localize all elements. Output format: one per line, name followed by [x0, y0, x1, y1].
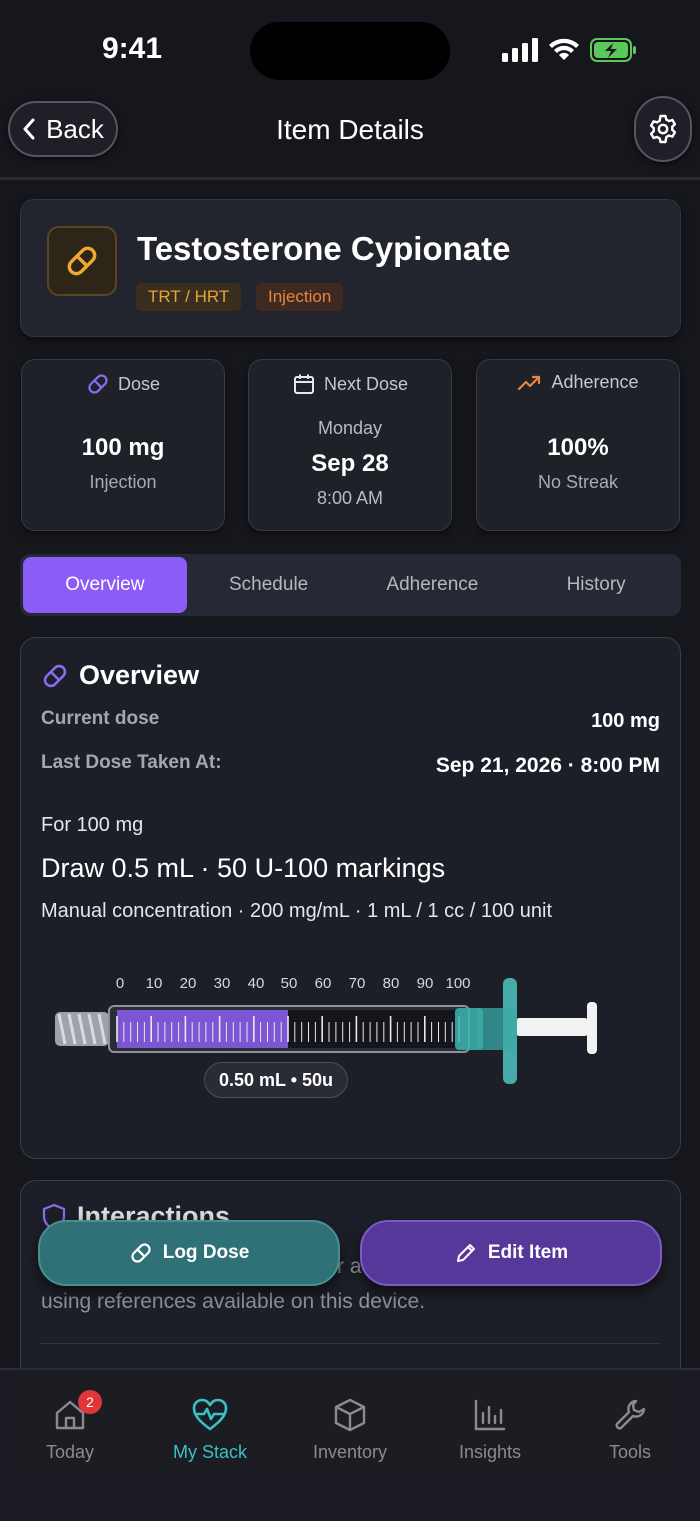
divider — [41, 1343, 660, 1344]
tab-bar-item-my-stack[interactable]: My Stack — [140, 1394, 280, 1463]
syringe-barrel-end — [477, 1008, 517, 1050]
interactions-text-fragment: r a — [337, 1255, 362, 1278]
wrench-icon — [615, 1399, 646, 1430]
dose-stat-label: Dose — [117, 373, 161, 394]
overview-heading: Overview — [41, 660, 199, 691]
status-time: 9:41 — [102, 32, 163, 65]
calendar-icon — [293, 374, 314, 394]
current-dose-value: 100 mg — [591, 710, 660, 732]
last-dose-label: Last Dose Taken At: — [41, 752, 222, 773]
syringe-thumb-rest — [587, 1002, 597, 1054]
category-tag: TRT / HRT — [136, 283, 242, 311]
heart-pulse-icon — [192, 1398, 228, 1431]
next-dose-time: 8:00 AM — [316, 488, 384, 508]
next-dose-date: Sep 28 — [311, 450, 389, 477]
cellular-signal-icon — [502, 38, 538, 62]
pencil-icon — [456, 1244, 475, 1262]
tab-bar-label: My Stack — [172, 1442, 247, 1462]
tab-bar-label: Tools — [608, 1442, 652, 1462]
syringe-plunger-rod — [517, 1018, 587, 1036]
status-icons — [502, 38, 638, 62]
tab-bar-label: Insights — [458, 1442, 522, 1462]
battery-charging-icon — [590, 38, 636, 62]
draw-instruction: Draw 0.5 mL · 50 U-100 markings — [41, 853, 446, 883]
status-bar: 9:41 — [0, 0, 700, 100]
box-icon — [334, 1398, 366, 1432]
edit-item-label: Edit Item — [487, 1242, 569, 1263]
tab-bar-item-inventory[interactable]: Inventory — [280, 1394, 420, 1463]
notification-badge: 2 — [78, 1390, 102, 1414]
log-dose-label: Log Dose — [162, 1242, 250, 1263]
next-dose-day: Monday — [317, 418, 383, 438]
route-tag: Injection — [256, 283, 344, 311]
interactions-text: using references available on this devic… — [41, 1290, 426, 1313]
dose-volume-pill: 0.50 mL • 50u — [204, 1062, 349, 1098]
syringe-fill — [117, 1010, 288, 1048]
tab-bar-item-insights[interactable]: Insights — [420, 1394, 560, 1463]
tab-bar-item-today[interactable]: 2 Today — [0, 1390, 140, 1463]
item-name: Testosterone Cypionate — [137, 230, 511, 267]
tab-bar-label: Today — [45, 1442, 95, 1462]
dose-stat-card: Dose 100 mg Injection — [21, 359, 225, 531]
last-dose-value: Sep 21, 2026 · 8:00 PM — [435, 754, 660, 777]
bar-chart-icon — [474, 1399, 506, 1431]
tab-bar-item-tools[interactable]: Tools — [560, 1394, 700, 1463]
tab-schedule[interactable]: Schedule — [187, 557, 351, 613]
pill-icon — [43, 664, 67, 687]
gear-icon — [649, 114, 677, 144]
syringe-empty-region — [288, 1010, 459, 1048]
pill-icon — [88, 374, 108, 394]
current-dose-label: Current dose — [41, 708, 160, 729]
dose-for-line: For 100 mg — [41, 814, 144, 836]
next-dose-stat-card: Next Dose Monday Sep 28 8:00 AM — [248, 359, 452, 531]
current-dose-row: Current dose 100 mg — [41, 708, 660, 733]
adherence-stat-sub: No Streak — [537, 472, 619, 492]
tab-bar-label: Inventory — [312, 1442, 388, 1462]
edit-item-button[interactable]: Edit Item — [360, 1220, 662, 1286]
detail-tabs: Overview Schedule Adherence History — [20, 554, 681, 616]
adherence-stat-value: 100% — [547, 434, 609, 461]
last-dose-row: Last Dose Taken At: Sep 21, 2026 · 8:00 … — [41, 752, 660, 778]
overview-card: Overview Current dose 100 mg Last Dose T… — [20, 637, 681, 1159]
nav-header: Back Item Details — [0, 96, 700, 180]
trending-up-icon — [518, 375, 541, 390]
tab-overview[interactable]: Overview — [23, 557, 187, 613]
adherence-stat-label: Adherence — [551, 372, 639, 392]
dose-stat-sub: Injection — [89, 472, 157, 492]
wifi-icon — [549, 38, 579, 60]
pill-icon — [47, 226, 117, 296]
dose-stat-value: 100 mg — [81, 434, 165, 461]
item-summary-card: Testosterone Cypionate TRT / HRT Injecti… — [20, 199, 681, 337]
page-title: Item Details — [276, 114, 424, 145]
log-dose-button[interactable]: Log Dose — [38, 1220, 340, 1286]
overview-title: Overview — [79, 660, 200, 690]
tab-adherence[interactable]: Adherence — [351, 557, 515, 613]
concentration-line: Manual concentration · 200 mg/mL · 1 mL … — [41, 900, 552, 922]
adherence-stat-card: Adherence 100% No Streak — [476, 359, 680, 531]
syringe-hub — [55, 1012, 109, 1046]
tab-history[interactable]: History — [514, 557, 678, 613]
bottom-tab-bar: 2 Today My Stack Inventory Insights Tool… — [0, 1368, 700, 1521]
pill-icon — [131, 1243, 151, 1263]
next-dose-stat-label: Next Dose — [323, 373, 409, 394]
dynamic-island — [250, 22, 450, 80]
settings-button[interactable] — [634, 96, 692, 162]
